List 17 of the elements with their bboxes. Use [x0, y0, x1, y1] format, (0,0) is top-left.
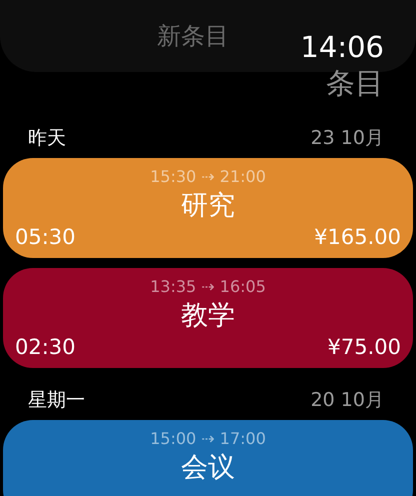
entry-amount: ¥75.00 [328, 334, 401, 360]
time-range: 15:30 ⇢ 21:00 [150, 166, 266, 188]
section-day: 星期一 [28, 387, 85, 413]
time-range: 13:35 ⇢ 16:05 [150, 276, 266, 298]
time-range: 15:00 ⇢ 17:00 [150, 428, 266, 450]
entry-amount: ¥165.00 [314, 224, 401, 250]
clock-time: 14:06 [300, 30, 384, 64]
entry-card[interactable]: 15:00 ⇢ 17:00 会议 [3, 420, 413, 496]
entry-title: 会议 [181, 451, 235, 485]
entry-card[interactable]: 13:35 ⇢ 16:05 教学 02:30 ¥75.00 [3, 268, 413, 368]
entry-duration: 05:30 [15, 224, 76, 250]
entry-title: 研究 [181, 189, 235, 223]
entry-title: 教学 [181, 299, 235, 333]
section-date: 23 10月 [310, 126, 384, 151]
section-day: 昨天 [28, 125, 66, 151]
section-date: 20 10月 [310, 388, 384, 413]
entry-duration: 02:30 [15, 334, 76, 360]
